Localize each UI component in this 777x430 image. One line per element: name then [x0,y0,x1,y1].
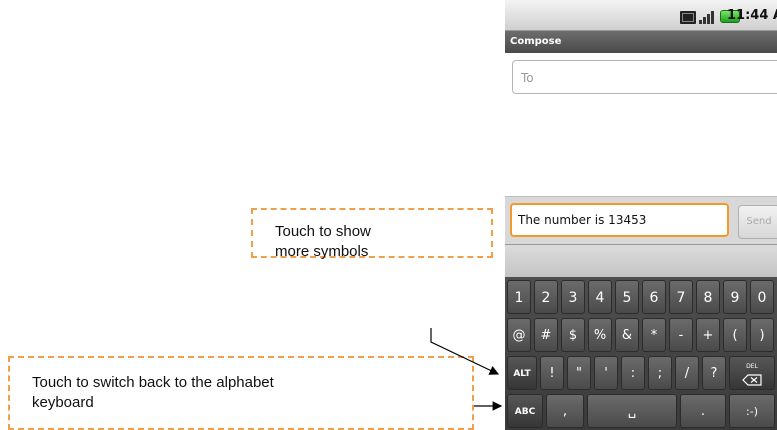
key-6[interactable]: 6 [642,280,666,314]
key-3[interactable]: 3 [561,280,585,314]
message-bar: The number is 13453 Send [505,196,777,245]
delete-label: DEL [746,363,758,370]
suggestion-bar [505,244,777,278]
alt-arrow [430,328,500,375]
key-double-quote[interactable]: " [567,356,591,390]
key-4[interactable]: 4 [588,280,612,314]
backspace-icon [742,374,762,386]
key-slash[interactable]: / [675,356,699,390]
key-ampersand[interactable]: & [615,318,639,352]
message-field[interactable]: The number is 13453 [510,203,729,237]
key-colon[interactable]: : [621,356,645,390]
signal-icon [699,10,714,24]
send-button[interactable]: Send [738,205,777,239]
key-question[interactable]: ? [702,356,726,390]
key-at[interactable]: @ [507,318,531,352]
key-5[interactable]: 5 [615,280,639,314]
key-exclamation[interactable]: ! [540,356,564,390]
status-bar: 11:44 AM [505,0,777,31]
key-alt[interactable]: ALT [507,356,537,390]
delete-key[interactable]: DEL [729,356,775,390]
to-field[interactable]: To [512,60,777,94]
key-open-paren[interactable]: ( [723,318,747,352]
key-1[interactable]: 1 [507,280,531,314]
key-8[interactable]: 8 [696,280,720,314]
key-9[interactable]: 9 [723,280,747,314]
abc-key[interactable]: ABC [507,394,543,428]
symbol-keyboard: 1 2 3 4 5 6 7 8 9 0 @ # $ % & * - + ( ) … [505,277,777,430]
key-2[interactable]: 2 [534,280,558,314]
key-plus[interactable]: + [696,318,720,352]
compose-title: Compose [505,31,777,53]
key-0[interactable]: 0 [750,280,774,314]
key-dollar[interactable]: $ [561,318,585,352]
key-asterisk[interactable]: * [642,318,666,352]
phone-screen: 11:44 AM Compose To The number is 13453 … [505,0,777,430]
sim-icon [680,11,696,24]
key-single-quote[interactable]: ' [594,356,618,390]
key-percent[interactable]: % [588,318,612,352]
key-minus[interactable]: - [669,318,693,352]
status-time: 11:44 AM [727,8,777,23]
key-semicolon[interactable]: ; [648,356,672,390]
key-hash[interactable]: # [534,318,558,352]
key-comma[interactable]: , [546,394,584,428]
key-7[interactable]: 7 [669,280,693,314]
key-period[interactable]: . [680,394,726,428]
space-key[interactable]: ␣ [587,394,677,428]
smiley-key[interactable]: :-) [729,394,775,428]
key-close-paren[interactable]: ) [750,318,774,352]
